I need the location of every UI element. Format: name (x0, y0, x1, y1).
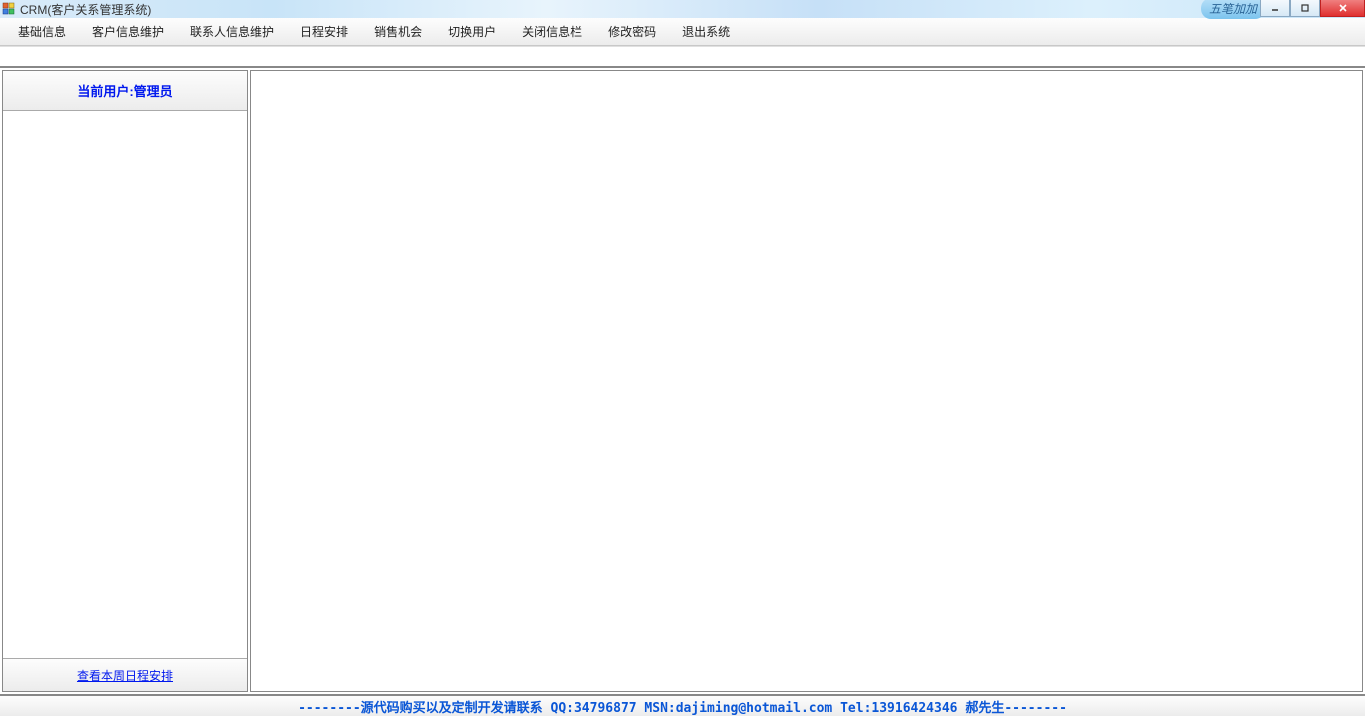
status-bar: --------源代码购买以及定制开发请联系 QQ:34796877 MSN:d… (0, 694, 1365, 716)
ime-badge: 五笔加加 (1201, 0, 1265, 19)
status-text: --------源代码购买以及定制开发请联系 QQ:34796877 MSN:d… (298, 697, 1067, 716)
toolbar-gap (0, 46, 1365, 66)
app-icon (2, 2, 16, 16)
menu-schedule[interactable]: 日程安排 (290, 19, 358, 44)
window-controls (1260, 0, 1365, 17)
menu-close-info-panel[interactable]: 关闭信息栏 (512, 19, 592, 44)
minimize-button[interactable] (1260, 0, 1290, 17)
menu-bar: 基础信息 客户信息维护 联系人信息维护 日程安排 销售机会 切换用户 关闭信息栏… (0, 18, 1365, 46)
sidebar-body (3, 111, 247, 659)
title-bar: CRM(客户关系管理系统) 五笔加加 (0, 0, 1365, 18)
maximize-button[interactable] (1290, 0, 1320, 17)
menu-sales-opportunity[interactable]: 销售机会 (364, 19, 432, 44)
main-workspace (250, 70, 1363, 692)
menu-contact-info[interactable]: 联系人信息维护 (180, 19, 284, 44)
close-button[interactable] (1320, 0, 1365, 17)
window-title: CRM(客户关系管理系统) (20, 1, 151, 18)
sidebar: 当前用户:管理员 查看本周日程安排 (2, 70, 248, 692)
menu-change-password[interactable]: 修改密码 (598, 19, 666, 44)
sidebar-footer: 查看本周日程安排 (3, 659, 247, 691)
view-week-schedule-link[interactable]: 查看本周日程安排 (77, 667, 173, 684)
menu-customer-info[interactable]: 客户信息维护 (82, 19, 174, 44)
content-area: 当前用户:管理员 查看本周日程安排 (0, 66, 1365, 694)
menu-basic-info[interactable]: 基础信息 (8, 19, 76, 44)
menu-exit-system[interactable]: 退出系统 (672, 19, 740, 44)
menu-switch-user[interactable]: 切换用户 (438, 19, 506, 44)
current-user-label: 当前用户:管理员 (3, 71, 247, 111)
